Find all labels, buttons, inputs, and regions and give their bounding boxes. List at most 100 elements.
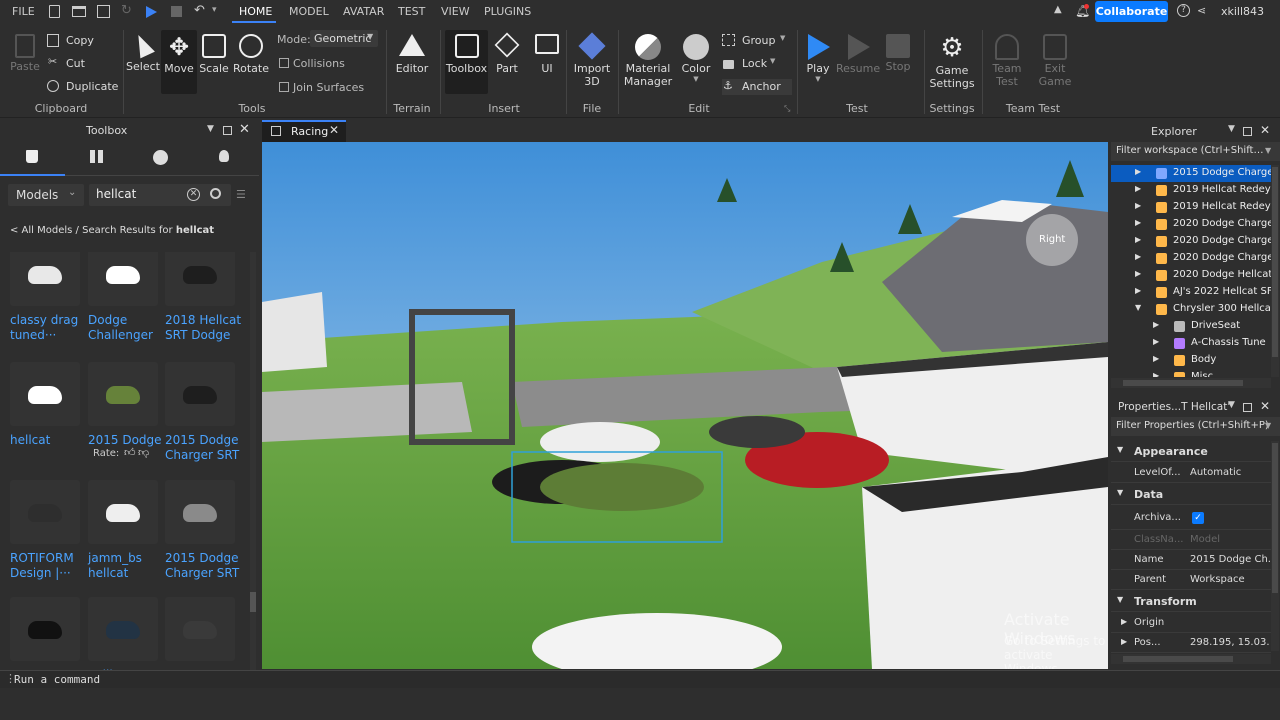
model-thumbnail[interactable]	[88, 362, 158, 426]
model-title[interactable]: 2015 Dodge Charger SRT	[165, 551, 239, 581]
scrollbar-thumb[interactable]	[250, 592, 256, 612]
expand-icon[interactable]: ▶	[1135, 218, 1141, 227]
scrollbar-thumb[interactable]	[1272, 443, 1278, 593]
chevron-down-icon[interactable]: ▾	[212, 5, 217, 15]
publish-icon[interactable]	[97, 5, 110, 18]
expand-icon[interactable]: ▶	[1135, 235, 1141, 244]
model-thumbnail[interactable]	[165, 597, 235, 661]
thumbs-down-icon[interactable]: 👎︎	[138, 446, 149, 459]
undock-icon[interactable]	[1243, 403, 1252, 412]
join-surfaces-checkbox[interactable]	[279, 82, 289, 92]
model-title[interactable]: 2015 Dodge Charger SRT	[165, 433, 239, 463]
undo-icon[interactable]: ↶	[194, 3, 205, 18]
material-manager-button[interactable]: Material Manager	[622, 34, 674, 88]
toolbox-scrollbar[interactable]	[250, 252, 256, 670]
expand-icon[interactable]: ▶	[1135, 269, 1141, 278]
ui-button[interactable]: UI	[532, 34, 562, 75]
search-icon[interactable]	[210, 188, 221, 199]
category-dropdown[interactable]: Models ⌄	[8, 184, 84, 206]
explorer-item[interactable]: ▶ AJ's 2022 Hellcat SF	[1111, 284, 1271, 301]
undock-icon[interactable]	[1243, 127, 1252, 136]
model-thumbnail[interactable]	[165, 252, 235, 306]
mode-dropdown[interactable]: Geometric ▼	[310, 30, 378, 47]
expand-icon[interactable]: ▶	[1135, 167, 1141, 176]
expand-icon[interactable]: ▶	[1135, 286, 1141, 295]
breadcrumb-path[interactable]: < All Models / Search Results for	[10, 225, 176, 236]
scale-tool-button[interactable]: Scale	[198, 34, 230, 75]
properties-filter[interactable]: Filter Properties (Ctrl+Shift+P) ▼	[1111, 417, 1280, 436]
explorer-scrollbar[interactable]	[1271, 165, 1279, 377]
explorer-item[interactable]: ▶ 2020 Dodge Hellcat	[1111, 267, 1271, 284]
toolbox-button[interactable]: Toolbox	[445, 30, 488, 94]
scrollbar-thumb[interactable]	[1272, 167, 1278, 357]
explorer-item[interactable]: ▶ DriveSeat	[1111, 318, 1271, 335]
explorer-item[interactable]: ▶ 2020 Dodge Charge	[1111, 216, 1271, 233]
search-box[interactable]: hellcat ✕	[89, 184, 231, 206]
expand-icon[interactable]: ▶	[1153, 320, 1159, 329]
model-title[interactable]: 2018 Hellcat SRT Dodge	[165, 313, 241, 343]
play-icon[interactable]	[146, 6, 157, 18]
import-3d-button[interactable]: Import 3D	[570, 32, 614, 88]
tab-marketplace[interactable]	[65, 140, 129, 176]
explorer-item[interactable]: ▶ 2020 Dodge Charge	[1111, 233, 1271, 250]
expand-icon[interactable]: ▶	[1121, 617, 1127, 626]
share-icon[interactable]: ⋖	[1197, 4, 1206, 17]
collapse-icon[interactable]: ▼	[1135, 303, 1141, 312]
tab-recent[interactable]	[129, 140, 193, 176]
collaborate-button[interactable]: Collaborate	[1095, 1, 1168, 22]
property-value[interactable]: 298.195, 15.03...	[1190, 637, 1270, 648]
explorer-item[interactable]: ▶ 2020 Dodge Charge	[1111, 250, 1271, 267]
scrollbar-thumb[interactable]	[1123, 656, 1233, 662]
model-title[interactable]: ROTIFORM Design |···	[10, 551, 74, 581]
close-icon[interactable]: ✕	[1260, 399, 1270, 413]
model-title[interactable]: Dodge Challenger	[88, 313, 153, 343]
expand-icon[interactable]: ⤡	[784, 104, 790, 114]
properties-hscrollbar[interactable]	[1111, 654, 1271, 664]
model-thumbnail[interactable]	[10, 252, 80, 306]
property-value[interactable]: 2015 Dodge Ch...	[1190, 554, 1270, 565]
property-row[interactable]: Archiva... ✓	[1111, 508, 1271, 530]
close-icon[interactable]: ✕	[239, 122, 250, 137]
tab-home[interactable]: HOME	[239, 5, 272, 18]
property-row[interactable]: ▶ Pos... 298.195, 15.03...	[1111, 633, 1271, 653]
expand-icon[interactable]: ▶	[1153, 354, 1159, 363]
help-icon[interactable]: ?	[1177, 4, 1190, 17]
property-row[interactable]: Name 2015 Dodge Ch...	[1111, 550, 1271, 570]
property-row[interactable]: LevelOf... Automatic	[1111, 463, 1271, 483]
expand-icon[interactable]: ▶	[1153, 371, 1159, 377]
game-settings-button[interactable]: ⚙︎ Game Settings	[928, 34, 976, 90]
close-icon[interactable]: ✕	[329, 123, 339, 137]
property-value[interactable]: Automatic	[1190, 467, 1270, 478]
tab-avatar[interactable]: AVATAR	[343, 5, 384, 18]
command-input[interactable]: Run a command	[14, 673, 100, 686]
expand-icon[interactable]: ▶	[1135, 184, 1141, 193]
explorer-filter[interactable]: Filter workspace (Ctrl+Shift… ▼	[1111, 142, 1280, 161]
model-thumbnail[interactable]	[10, 597, 80, 661]
file-menu[interactable]: FILE	[12, 5, 35, 18]
part-button[interactable]: Part	[492, 32, 522, 75]
copy-button[interactable]: Copy	[47, 33, 107, 49]
collapse-ribbon-icon[interactable]: ▲	[1054, 4, 1062, 15]
play-button[interactable]: Play ▼	[802, 34, 834, 83]
collisions-checkbox[interactable]	[279, 58, 289, 68]
lock-button[interactable]: Lock ▼	[722, 56, 792, 72]
anchor-button[interactable]: ⚓︎ Anchor	[722, 79, 792, 95]
search-input[interactable]: hellcat	[96, 187, 136, 201]
model-thumbnail[interactable]	[10, 480, 80, 544]
model-title[interactable]: hellcat	[10, 433, 50, 448]
cut-button[interactable]: ✂︎ Cut	[47, 55, 107, 72]
tab-view[interactable]: VIEW	[441, 5, 470, 18]
model-thumbnail[interactable]	[10, 362, 80, 426]
select-tool-button[interactable]: Select	[126, 31, 160, 73]
model-thumbnail[interactable]	[165, 480, 235, 544]
tab-racing[interactable]: Racing ✕	[262, 120, 346, 142]
explorer-item[interactable]: ▶ 2015 Dodge Charge	[1111, 165, 1271, 182]
tab-model[interactable]: MODEL	[289, 5, 329, 18]
section-transform[interactable]: ▼ Transform	[1111, 591, 1271, 612]
explorer-hscrollbar[interactable]	[1111, 378, 1271, 388]
tab-test[interactable]: TEST	[398, 5, 425, 18]
model-thumbnail[interactable]	[165, 362, 235, 426]
breadcrumb[interactable]: < All Models / Search Results for hellca…	[10, 225, 214, 236]
explorer-item[interactable]: ▶ Body	[1111, 352, 1271, 369]
clear-search-icon[interactable]: ✕	[187, 188, 200, 201]
